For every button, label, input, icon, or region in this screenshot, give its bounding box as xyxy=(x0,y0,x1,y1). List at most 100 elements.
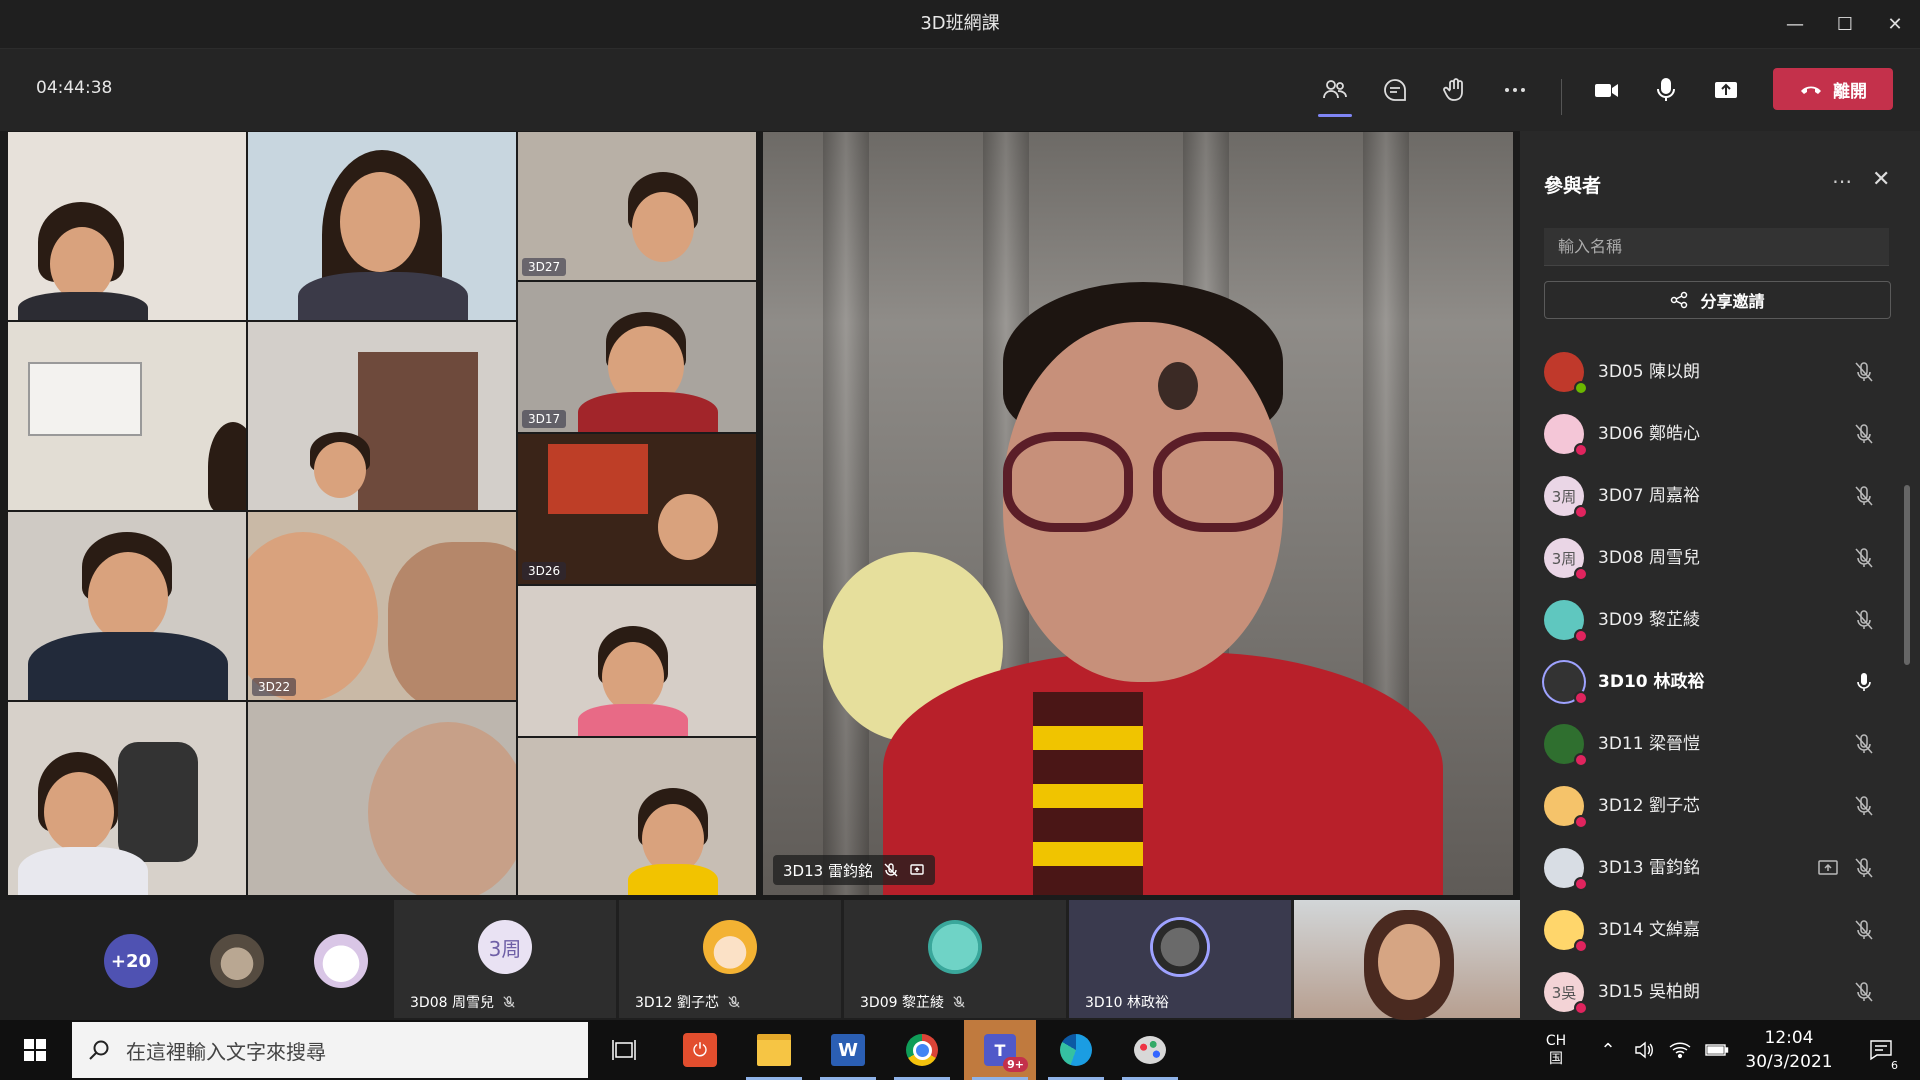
taskbar-app-chrome[interactable] xyxy=(886,1020,958,1080)
share-icon xyxy=(1671,291,1688,309)
share-invite-button[interactable]: 分享邀請 xyxy=(1544,281,1891,319)
taskbar-app-edge[interactable] xyxy=(1040,1020,1112,1080)
participant-row[interactable]: 3D05 陳以朗 xyxy=(1520,341,1900,403)
video-tile[interactable]: 3D22 xyxy=(248,512,516,700)
participant-name: 3D09 黎芷綾 xyxy=(860,995,944,1011)
taskbar-app-paint[interactable] xyxy=(1114,1020,1186,1080)
minimize-button[interactable]: — xyxy=(1770,0,1820,48)
taskbar-app-word[interactable]: W xyxy=(812,1020,884,1080)
mic-off-icon[interactable] xyxy=(1852,608,1876,632)
participant-row[interactable]: 3D14 文綽嘉 xyxy=(1520,899,1900,961)
clock-time: 12:04 xyxy=(1764,1028,1814,1048)
taskbar-app-teams[interactable]: T 9+ xyxy=(964,1020,1036,1080)
task-view-button[interactable] xyxy=(588,1020,660,1080)
language-label: CH xyxy=(1545,1033,1567,1049)
wifi-icon xyxy=(1669,1042,1691,1059)
video-tile[interactable] xyxy=(8,132,246,320)
participant-avatar: 3周 xyxy=(478,920,532,974)
hand-icon xyxy=(1443,78,1463,101)
meeting-toolbar: 04:44:38 離開 xyxy=(0,49,1920,131)
raise-hand-button[interactable] xyxy=(1432,67,1478,113)
roster-tile[interactable]: 3D12 劉子芯 xyxy=(619,900,841,1018)
participant-row[interactable]: 3周 3D08 周雪兒 xyxy=(1520,527,1900,589)
taskbar-app-file-explorer[interactable] xyxy=(738,1020,810,1080)
show-hidden-icons-button[interactable]: ⌃ xyxy=(1592,1020,1624,1080)
participant-row[interactable]: 3D13 雷鈞銘 xyxy=(1520,837,1900,899)
roster-tile[interactable]: 3D10 林政裕 xyxy=(1069,900,1291,1018)
participant-name: 3D07 周嘉裕 xyxy=(1598,486,1700,506)
participants-button[interactable] xyxy=(1312,67,1358,117)
participant-avatar[interactable] xyxy=(314,934,368,988)
video-tile[interactable] xyxy=(248,702,516,895)
mic-off-icon[interactable] xyxy=(1852,360,1876,384)
video-tile[interactable] xyxy=(248,132,516,320)
mic-off-icon[interactable] xyxy=(1852,546,1876,570)
video-tile[interactable] xyxy=(518,738,756,895)
mic-off-icon[interactable] xyxy=(1852,980,1876,1004)
participant-name: 3D11 梁晉愷 xyxy=(1598,734,1700,754)
window-title: 3D班網課 xyxy=(920,13,1000,34)
panel-close-button[interactable]: ✕ xyxy=(1872,167,1890,192)
participant-row[interactable]: 3吳 3D15 吳柏朗 xyxy=(1520,961,1900,1020)
microphone-button[interactable] xyxy=(1643,67,1689,113)
participant-name: 3D06 鄭皓心 xyxy=(1598,424,1700,444)
video-tile[interactable] xyxy=(518,586,756,736)
share-screen-button[interactable] xyxy=(1703,67,1749,113)
roster-tile[interactable]: 3D09 黎芷綾 xyxy=(844,900,1066,1018)
mic-off-icon xyxy=(503,996,515,1008)
action-center-button[interactable]: 6 xyxy=(1856,1020,1906,1080)
participant-row[interactable]: 3D11 梁晉愷 xyxy=(1520,713,1900,775)
microphone-icon[interactable] xyxy=(1852,670,1876,694)
presence-status-icon xyxy=(1574,877,1588,891)
camera-button[interactable] xyxy=(1583,67,1629,113)
video-tile[interactable]: 3D27 xyxy=(8,512,246,700)
participant-row[interactable]: 3D09 黎芷綾 xyxy=(1520,589,1900,651)
participant-search-input[interactable] xyxy=(1544,228,1889,266)
volume-button[interactable] xyxy=(1628,1020,1660,1080)
panel-more-button[interactable]: ⋯ xyxy=(1832,169,1852,193)
mic-off-icon[interactable] xyxy=(1852,794,1876,818)
ime-icon: 国 xyxy=(1549,1051,1563,1067)
input-language-indicator[interactable]: CH 国 xyxy=(1538,1020,1574,1080)
close-window-button[interactable]: ✕ xyxy=(1870,0,1920,48)
panel-title: 參與者 xyxy=(1544,175,1602,197)
leave-button[interactable]: 離開 xyxy=(1773,68,1893,110)
presence-status-icon xyxy=(1574,939,1588,953)
notification-count: 6 xyxy=(1889,1059,1900,1072)
video-tile[interactable] xyxy=(248,322,516,510)
participant-row[interactable]: 3D12 劉子芯 xyxy=(1520,775,1900,837)
more-participants-button[interactable]: +20 xyxy=(104,934,158,988)
participant-name: 3D08 周雪兒 xyxy=(410,995,494,1011)
video-tile[interactable] xyxy=(8,702,246,895)
leave-label: 離開 xyxy=(1833,81,1867,102)
wifi-button[interactable] xyxy=(1664,1020,1696,1080)
mic-off-icon[interactable] xyxy=(1852,856,1876,880)
mic-off-icon[interactable] xyxy=(1852,732,1876,756)
main-video[interactable]: 3D13 雷鈞銘 xyxy=(763,132,1513,895)
participant-row[interactable]: 3周 3D07 周嘉裕 xyxy=(1520,465,1900,527)
panel-scrollbar[interactable] xyxy=(1904,485,1910,665)
participant-avatar[interactable] xyxy=(210,934,264,988)
maximize-button[interactable]: ☐ xyxy=(1820,0,1870,48)
taskbar-search-placeholder: 在這裡輸入文字來搜尋 xyxy=(126,1039,326,1064)
self-video-tile[interactable] xyxy=(1294,900,1520,1020)
video-tile[interactable]: 3D27 xyxy=(518,132,756,280)
video-tile[interactable]: 3D26 xyxy=(518,434,756,584)
taskbar-clock[interactable]: 12:04 30/3/2021 xyxy=(1734,1026,1844,1074)
roster-tile[interactable]: 3周 3D08 周雪兒 xyxy=(394,900,616,1018)
participant-row[interactable]: 3D06 鄭皓心 xyxy=(1520,403,1900,465)
taskbar-search-box[interactable]: 在這裡輸入文字來搜尋 xyxy=(72,1022,588,1078)
taskbar-app-power[interactable]: ⏻ xyxy=(664,1020,736,1080)
participants-panel: 參與者 ⋯ ✕ 分享邀請 3D05 陳以朗3D06 鄭皓心3周3D07 周嘉裕3… xyxy=(1520,131,1920,1020)
mic-off-icon[interactable] xyxy=(1852,918,1876,942)
start-button[interactable] xyxy=(0,1020,70,1080)
chat-button[interactable] xyxy=(1372,67,1418,113)
mic-off-icon[interactable] xyxy=(1852,484,1876,508)
battery-button[interactable] xyxy=(1700,1020,1734,1080)
mic-off-icon[interactable] xyxy=(1852,422,1876,446)
video-tile[interactable] xyxy=(8,322,246,510)
participant-row[interactable]: 3D10 林政裕 xyxy=(1520,651,1900,713)
more-options-button[interactable] xyxy=(1492,67,1538,113)
video-tile[interactable]: 3D17 xyxy=(518,282,756,432)
participant-name: 3D09 黎芷綾 xyxy=(1598,610,1700,630)
